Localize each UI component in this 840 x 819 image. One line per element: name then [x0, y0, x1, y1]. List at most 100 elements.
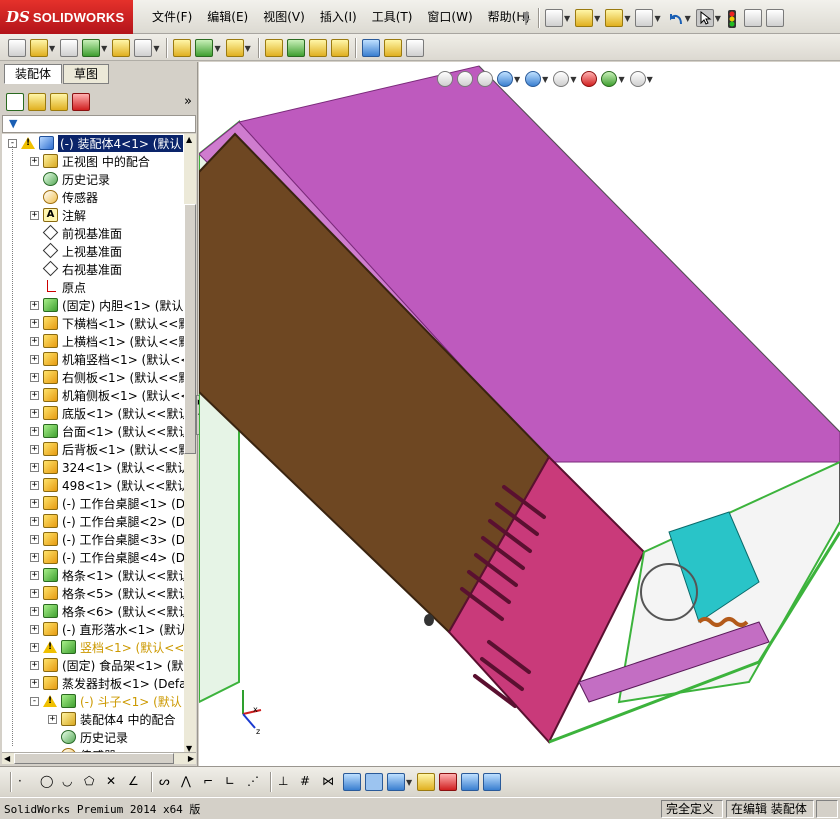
assembly-model[interactable] [199, 62, 840, 766]
panel-expand-icon[interactable]: » [184, 94, 192, 109]
window-layout-icon[interactable] [461, 773, 480, 791]
materials-icon[interactable] [417, 773, 436, 791]
expand-icon[interactable]: + [30, 534, 39, 544]
grid-icon[interactable]: # [299, 773, 317, 791]
menu-insert[interactable]: 插入(I) [320, 9, 357, 25]
expand-icon[interactable]: + [30, 624, 39, 634]
interference-detection-icon[interactable] [361, 39, 380, 57]
expand-icon[interactable]: + [30, 354, 39, 364]
expand-icon[interactable]: + [30, 444, 39, 454]
tree-horizontal-scrollbar[interactable]: ◀ ▶ [2, 752, 196, 764]
tree-item[interactable]: 历史记录 [48, 728, 128, 746]
menu-file[interactable]: 文件(F) [152, 9, 192, 25]
move-component-icon[interactable] [134, 39, 153, 57]
color-icon[interactable] [439, 773, 458, 791]
section-view-icon[interactable] [497, 71, 513, 87]
view-orientation-icon[interactable] [525, 71, 542, 87]
display-style-icon[interactable] [553, 71, 570, 87]
property-manager-icon[interactable] [28, 93, 46, 111]
tree-item[interactable]: + 格条<1> (默认<<默认>_显 [30, 566, 184, 584]
expand-icon[interactable]: + [30, 318, 39, 328]
tree-item[interactable]: + 机箱竖档<1> (默认<<默 [30, 350, 184, 368]
assembly-features-icon[interactable] [195, 39, 214, 57]
expand-icon[interactable]: + [30, 678, 39, 688]
graphics-area[interactable]: ▼ ▼ ▼ ▼ ▼ x z [199, 62, 840, 766]
tree-item[interactable]: + (-) 直形落水<1> (默认 [30, 620, 184, 638]
reference-geometry-icon[interactable] [225, 39, 244, 57]
tree-item[interactable]: + 右侧板<1> (默认<<默认 [30, 368, 184, 386]
point-icon[interactable]: · [17, 773, 35, 791]
expand-icon[interactable]: + [30, 570, 39, 580]
tab-sketch[interactable]: 草图 [63, 64, 110, 84]
select-dropdown-icon[interactable]: ▼ [715, 14, 721, 23]
zoom-to-area-icon[interactable] [457, 71, 473, 87]
collapse-icon[interactable]: - [30, 696, 39, 706]
rebuild-dropdown-icon[interactable]: ▼ [624, 14, 630, 23]
edit-component-icon[interactable] [8, 39, 26, 57]
new-motion-study-icon[interactable] [264, 39, 283, 57]
bill-of-materials-icon[interactable] [286, 39, 305, 57]
tab-assembly[interactable]: 装配体 [4, 64, 63, 84]
rebuild-warning-icon[interactable] [605, 9, 624, 27]
cube-view-dropdown-icon[interactable]: ▼ [406, 778, 412, 787]
tree-item[interactable]: + A 注解 [30, 206, 86, 224]
insert-component-dropdown-icon[interactable]: ▼ [49, 44, 55, 53]
apply-scene-icon[interactable] [601, 71, 618, 87]
filter-icon[interactable]: ▼ [9, 117, 17, 130]
tree-item[interactable]: + (-) 工作台桌腿<3> (D [30, 530, 184, 548]
scroll-left-icon[interactable]: ◀ [4, 754, 10, 763]
extend-icon[interactable]: ∠ [127, 773, 145, 791]
tree-item[interactable]: + 上横档<1> (默认<<默认 [30, 332, 184, 350]
expand-icon[interactable]: + [30, 588, 39, 598]
reference-geometry-dropdown-icon[interactable]: ▼ [245, 44, 251, 53]
tree-item[interactable]: +324<1> (默认<<默认>_ [30, 458, 184, 476]
tree-item[interactable]: + 机箱侧板<1> (默认<<默 [30, 386, 184, 404]
tree-item[interactable]: +498<1> (默认<<默认>_ [30, 476, 184, 494]
tree-item[interactable]: + 格条<6> (默认<<默认>_显 [30, 602, 184, 620]
display-style-dropdown-icon[interactable]: ▼ [570, 75, 576, 84]
menu-view[interactable]: 视图(V) [263, 9, 305, 25]
trim-icon[interactable]: ✕ [105, 773, 123, 791]
dimension-icon[interactable]: ⊥ [277, 773, 295, 791]
construction-icon[interactable]: ⋰ [246, 773, 264, 791]
offset-icon[interactable]: ᔕ [158, 773, 176, 791]
polygon-icon[interactable]: ⬠ [83, 773, 101, 791]
arc-icon[interactable]: ◡ [61, 773, 79, 791]
fillet-icon[interactable]: ⌐ [202, 773, 220, 791]
tree-item[interactable]: 前视基准面 [30, 224, 122, 242]
tree-item[interactable]: + (固定) 食品架<1> (默认 [30, 656, 184, 674]
tree-item[interactable]: + 蒸发器封板<1> (Defau [30, 674, 184, 692]
pattern-dropdown-icon[interactable]: ▼ [101, 44, 107, 53]
explode-line-sketch-icon[interactable] [330, 39, 349, 57]
shaded-sketch-icon[interactable] [365, 773, 383, 791]
expand-icon[interactable]: + [30, 642, 39, 652]
tree-item[interactable]: + 下横档<1> (默认<<默认 [30, 314, 184, 332]
tree-item[interactable]: + 竖档<1> (默认<<默认 [30, 638, 184, 656]
exploded-view-icon[interactable] [308, 39, 327, 57]
print-dropdown-icon[interactable]: ▼ [654, 14, 660, 23]
previous-view-icon[interactable] [477, 71, 493, 87]
print-icon[interactable] [635, 9, 654, 27]
expand-icon[interactable]: + [30, 408, 39, 418]
tree-item[interactable]: + 正视图 中的配合 [30, 152, 150, 170]
traffic-light-icon[interactable] [726, 9, 736, 28]
3d-sketch-icon[interactable] [343, 773, 361, 791]
view-settings-dropdown-icon[interactable]: ▼ [647, 75, 653, 84]
mate-icon[interactable] [60, 39, 79, 57]
section-dropdown-icon[interactable]: ▼ [514, 75, 520, 84]
show-hidden-components-icon[interactable] [173, 39, 192, 57]
expand-icon[interactable]: + [30, 660, 39, 670]
scene-dropdown-icon[interactable]: ▼ [618, 75, 624, 84]
open-folder-icon[interactable] [575, 9, 594, 27]
expand-icon[interactable]: + [30, 210, 39, 220]
status-extra-icon[interactable] [816, 800, 838, 818]
tree-item[interactable]: -(-) 装配体4<1> (默认 [8, 134, 184, 152]
expand-icon[interactable]: + [30, 552, 39, 562]
new-dropdown-icon[interactable]: ▼ [564, 14, 570, 23]
tree-item[interactable]: + 后背板<1> (默认<<默认 [30, 440, 184, 458]
select-pointer-icon[interactable] [695, 9, 714, 27]
move-dropdown-icon[interactable]: ▼ [153, 44, 159, 53]
help-icon[interactable] [765, 9, 784, 27]
undo-icon[interactable] [666, 9, 684, 27]
mirror-icon[interactable]: ⋀ [180, 773, 198, 791]
